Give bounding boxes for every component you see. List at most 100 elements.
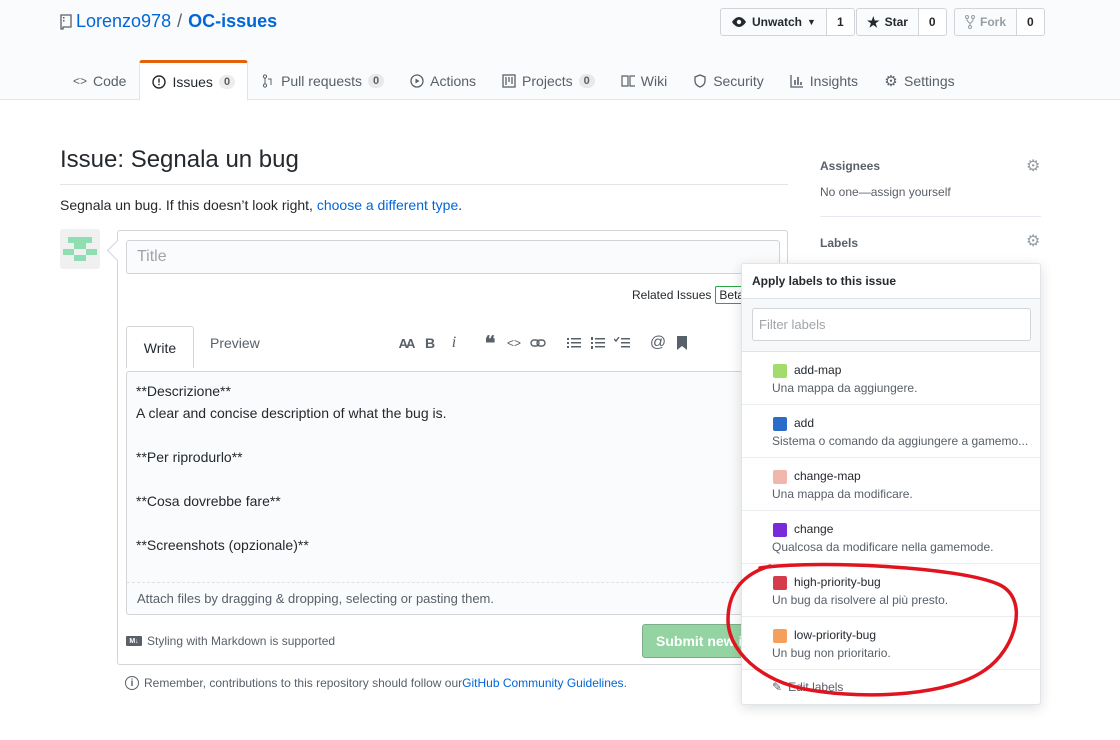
tab-wiki[interactable]: Wiki: [608, 60, 680, 100]
tab-security[interactable]: Security: [680, 60, 777, 100]
quote-icon[interactable]: ❝: [478, 332, 502, 355]
label-description: Una mappa da modificare.: [772, 487, 913, 501]
sidebar-divider: [820, 216, 1041, 217]
markdown-note-text: Styling with Markdown is supported: [147, 634, 336, 648]
subtitle-suffix: .: [458, 197, 463, 213]
issues-counter: 0: [218, 74, 236, 89]
guidelines-text: Remember, contributions to this reposito…: [144, 676, 463, 690]
code-icon[interactable]: <>: [502, 332, 526, 354]
star-group: ★ Star 0: [856, 8, 947, 36]
label-description: Qualcosa da modificare nella gamemode.: [772, 540, 994, 554]
label-name: change: [794, 522, 834, 536]
project-icon: [502, 74, 516, 88]
heading-icon[interactable]: AA: [394, 332, 418, 354]
fork-icon: [965, 15, 975, 29]
watch-count[interactable]: 1: [826, 8, 855, 36]
repo-owner-link[interactable]: Lorenzo978: [76, 11, 171, 32]
fork-count[interactable]: 0: [1017, 8, 1045, 36]
issue-title-input[interactable]: [126, 240, 780, 274]
labels-list: add-map Una mappa da aggiungere. add Sis…: [742, 352, 1040, 670]
label-color-swatch: [773, 470, 787, 484]
issue-icon: [152, 74, 167, 89]
tab-code[interactable]: <> Code: [60, 60, 139, 100]
numbered-list-icon[interactable]: [586, 332, 610, 354]
repo-header: Lorenzo978 / OC-issues Unwatch ▼ 1 ★ Sta…: [0, 0, 1120, 101]
label-description: Un bug non prioritario.: [772, 646, 891, 660]
watch-button[interactable]: Unwatch ▼: [720, 8, 827, 36]
pull-requests-counter: 0: [368, 74, 385, 88]
label-item-change[interactable]: change Qualcosa da modificare nella game…: [742, 511, 1040, 564]
markdown-toolbar: AA B i ❝ <> @: [394, 332, 694, 355]
labels-dropdown: Apply labels to this issue add-map Una m…: [741, 263, 1041, 705]
page-title: Issue: Segnala un bug: [60, 146, 299, 173]
attach-files-area[interactable]: Attach files by dragging & dropping, sel…: [127, 582, 779, 614]
label-name: high-priority-bug: [794, 575, 881, 589]
tab-settings[interactable]: ⚙ Settings: [871, 60, 968, 100]
mention-icon[interactable]: @: [646, 332, 670, 354]
gear-icon: ⚙: [884, 73, 898, 90]
tab-projects[interactable]: Projects 0: [489, 60, 608, 100]
tab-insights[interactable]: Insights: [777, 60, 871, 100]
labels-heading: Labels: [820, 236, 859, 250]
label-name: add: [794, 416, 815, 430]
related-issues: Related Issues Beta: [632, 286, 749, 304]
link-icon[interactable]: [526, 332, 550, 354]
star-button[interactable]: ★ Star: [856, 8, 919, 36]
tab-code-label: Code: [93, 73, 127, 89]
tab-write[interactable]: Write: [126, 326, 194, 368]
label-color-swatch: [773, 576, 787, 590]
label-color-swatch: [773, 629, 787, 643]
assignees-gear-icon[interactable]: ⚙: [1026, 156, 1040, 176]
pull-request-icon: [261, 74, 275, 88]
tab-security-label: Security: [713, 73, 764, 89]
community-guidelines-link[interactable]: GitHub Community Guidelines: [462, 676, 623, 690]
edit-labels-link[interactable]: ✎ Edit labels: [742, 670, 1040, 704]
label-item-low-priority-bug[interactable]: low-priority-bug Un bug non prioritario.: [742, 617, 1040, 670]
caret-down-icon: ▼: [807, 17, 816, 27]
choose-type-link[interactable]: choose a different type: [317, 197, 458, 213]
task-list-icon[interactable]: [610, 332, 634, 354]
bold-icon[interactable]: B: [418, 332, 442, 354]
label-description: Un bug da risolvere al più presto.: [772, 593, 949, 607]
repo-name-link[interactable]: OC-issues: [188, 11, 277, 32]
graph-icon: [790, 74, 804, 88]
labels-dropdown-title: Apply labels to this issue: [742, 264, 1040, 299]
repo-icon: [60, 13, 72, 30]
label-color-swatch: [773, 523, 787, 537]
tab-actions[interactable]: Actions: [397, 60, 489, 100]
tab-issues-label: Issues: [172, 73, 213, 90]
star-count[interactable]: 0: [918, 8, 947, 36]
repo-separator: /: [177, 11, 183, 31]
label-item-high-priority-bug[interactable]: high-priority-bug Un bug da risolvere al…: [742, 564, 1040, 617]
tab-issues[interactable]: Issues 0: [139, 60, 249, 101]
markdown-note[interactable]: M↓ Styling with Markdown is supported: [126, 634, 335, 648]
labels-gear-icon[interactable]: ⚙: [1026, 231, 1040, 251]
repo-title: Lorenzo978 / OC-issues: [60, 11, 277, 32]
label-item-change-map[interactable]: change-map Una mappa da modificare.: [742, 458, 1040, 511]
guidelines-note: i Remember, contributions to this reposi…: [125, 676, 627, 690]
italic-icon[interactable]: i: [442, 332, 466, 354]
guidelines-suffix: .: [623, 676, 627, 690]
bulleted-list-icon[interactable]: [562, 332, 586, 354]
avatar[interactable]: [60, 229, 100, 269]
label-name: add-map: [794, 363, 842, 377]
filter-labels-input[interactable]: [752, 308, 1031, 341]
info-icon: i: [125, 676, 139, 690]
issue-body-textarea[interactable]: **Descrizione** A clear and concise desc…: [126, 371, 780, 615]
bookmark-icon[interactable]: [670, 332, 694, 354]
tab-pull-requests[interactable]: Pull requests 0: [248, 60, 397, 100]
fork-group: Fork 0: [954, 8, 1045, 36]
label-description: Una mappa da aggiungere.: [772, 381, 918, 395]
label-item-add-map[interactable]: add-map Una mappa da aggiungere.: [742, 352, 1040, 405]
star-icon: ★: [867, 13, 880, 30]
label-item-add[interactable]: add Sistema o comando da aggiungere a ga…: [742, 405, 1040, 458]
fork-button[interactable]: Fork: [954, 8, 1018, 36]
tab-preview[interactable]: Preview: [210, 335, 260, 351]
repo-nav: <> Code Issues 0 Pull requests 0 Actions…: [60, 60, 968, 101]
markdown-icon: M↓: [126, 636, 142, 646]
tab-pull-requests-label: Pull requests: [281, 73, 362, 89]
subtitle-text: Segnala un bug. If this doesn’t look rig…: [60, 197, 317, 213]
label-color-swatch: [773, 417, 787, 431]
assignees-value[interactable]: No one—assign yourself: [820, 185, 951, 199]
identicon-icon: [63, 237, 97, 261]
